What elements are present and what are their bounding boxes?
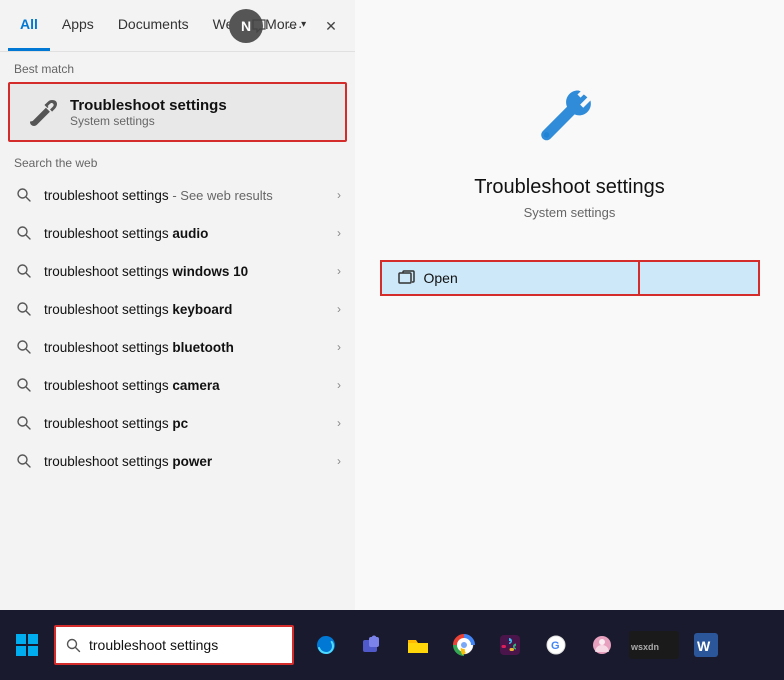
result-text: troubleshoot settings - See web results [44, 188, 337, 203]
ellipsis-icon: ··· [287, 18, 304, 34]
list-item[interactable]: troubleshoot settings bluetooth › [0, 328, 355, 366]
search-icon [14, 261, 34, 281]
web-section: Search the web troubleshoot settings - S… [0, 142, 355, 480]
tab-apps[interactable]: Apps [50, 0, 106, 51]
result-text: troubleshoot settings bluetooth [44, 340, 337, 355]
detail-wrench-icon [520, 60, 620, 160]
svg-text:G: G [551, 640, 560, 652]
wrench-icon [24, 94, 60, 130]
chevron-right-icon: › [337, 302, 341, 316]
edge-icon[interactable] [306, 625, 346, 665]
chevron-right-icon: › [337, 226, 341, 240]
file-explorer-icon[interactable] [398, 625, 438, 665]
taskbar-search-box[interactable]: troubleshoot settings [54, 625, 294, 665]
chevron-right-icon: › [337, 264, 341, 278]
result-text: troubleshoot settings camera [44, 378, 337, 393]
search-icon [14, 185, 34, 205]
google-icon[interactable]: G [536, 625, 576, 665]
open-button[interactable]: Open [380, 260, 640, 296]
result-text: troubleshoot settings keyboard [44, 302, 337, 317]
wsxdn-icon[interactable]: wsxdn [628, 625, 680, 665]
close-icon: ✕ [325, 18, 337, 35]
chevron-right-icon: › [337, 454, 341, 468]
list-item[interactable]: troubleshoot settings camera › [0, 366, 355, 404]
slack-icon[interactable] [490, 625, 530, 665]
list-item[interactable]: troubleshoot settings - See web results … [0, 176, 355, 214]
web-section-label: Search the web [0, 146, 355, 176]
search-icon [14, 451, 34, 471]
tabs-bar: All Apps Documents Web More ▾ N ··· ✕ [0, 0, 355, 52]
start-button[interactable] [8, 626, 46, 664]
list-item[interactable]: troubleshoot settings audio › [0, 214, 355, 252]
result-text: troubleshoot settings power [44, 454, 337, 469]
chevron-right-icon: › [337, 378, 341, 392]
svg-text:W: W [697, 638, 711, 654]
teams-icon[interactable] [352, 625, 392, 665]
chevron-right-icon: › [337, 340, 341, 354]
photo-icon[interactable] [582, 625, 622, 665]
taskbar-search-icon [66, 638, 81, 653]
chrome-icon[interactable] [444, 625, 484, 665]
word-icon[interactable]: W [686, 625, 726, 665]
result-text: troubleshoot settings audio [44, 226, 337, 241]
search-panel: All Apps Documents Web More ▾ N ··· ✕ [0, 0, 355, 610]
more-options-button[interactable]: ··· [279, 10, 311, 42]
list-item[interactable]: troubleshoot settings pc › [0, 404, 355, 442]
best-match-text: Troubleshoot settings System settings [70, 97, 227, 128]
list-item[interactable]: troubleshoot settings power › [0, 442, 355, 480]
windows-icon [16, 634, 38, 656]
svg-text:wsxdn: wsxdn [630, 642, 659, 652]
header-actions: ··· ✕ [243, 0, 355, 52]
best-match-title: Troubleshoot settings [70, 97, 227, 114]
search-icon [14, 375, 34, 395]
taskbar: troubleshoot settings [0, 610, 784, 680]
taskbar-search-text: troubleshoot settings [89, 637, 218, 653]
result-text: troubleshoot settings windows 10 [44, 264, 337, 279]
chevron-right-icon: › [337, 188, 341, 202]
best-match-label: Best match [0, 52, 355, 82]
best-match-subtitle: System settings [70, 114, 227, 128]
chevron-right-icon: › [337, 416, 341, 430]
result-text: troubleshoot settings pc [44, 416, 337, 431]
search-icon [14, 413, 34, 433]
results-area: Best match Troubleshoot settings System … [0, 52, 355, 610]
feedback-button[interactable] [243, 10, 275, 42]
best-match-item[interactable]: Troubleshoot settings System settings [8, 82, 347, 142]
search-icon [14, 299, 34, 319]
list-item[interactable]: troubleshoot settings windows 10 › [0, 252, 355, 290]
tab-all[interactable]: All [8, 0, 50, 51]
detail-panel: Troubleshoot settings System settings Op… [355, 0, 784, 610]
search-icon [14, 223, 34, 243]
tab-documents[interactable]: Documents [106, 0, 201, 51]
list-item[interactable]: troubleshoot settings keyboard › [0, 290, 355, 328]
detail-subtitle: System settings [524, 205, 616, 220]
close-button[interactable]: ✕ [315, 10, 347, 42]
detail-title: Troubleshoot settings [474, 176, 664, 199]
open-label: Open [424, 270, 458, 286]
search-icon [14, 337, 34, 357]
taskbar-icons: G wsxdn W [306, 625, 726, 665]
open-icon [398, 270, 416, 286]
